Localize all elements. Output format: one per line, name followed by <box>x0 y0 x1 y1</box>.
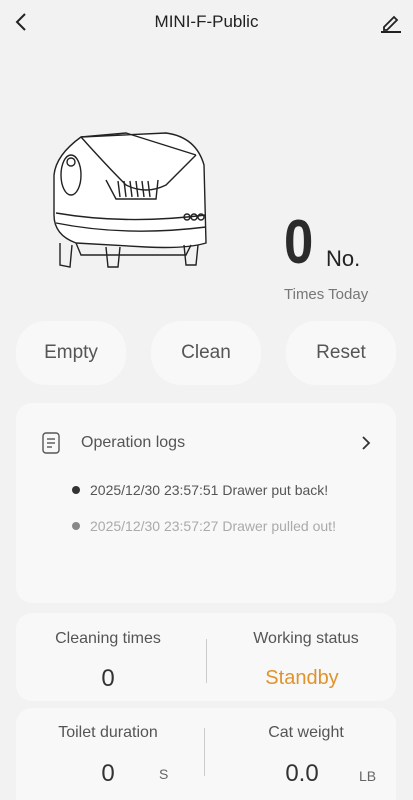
stats-card-bottom: Toilet duration 0 S Cat weight 0.0 LB <box>16 708 396 800</box>
toilet-duration-label: Toilet duration <box>58 724 158 741</box>
log-entry: 2025/12/30 23:57:51 Drawer put back! <box>72 482 328 498</box>
back-arrow-icon <box>15 13 26 31</box>
times-today-label: Times Today <box>284 286 369 303</box>
log-entry-text: 2025/12/30 23:57:27 Drawer pulled out! <box>90 518 336 534</box>
log-entry: 2025/12/30 23:57:27 Drawer pulled out! <box>72 518 336 534</box>
times-today-unit: No. <box>326 246 361 271</box>
operation-logs-link[interactable]: Operation logs <box>16 423 396 463</box>
page-title: MINI-F-Public <box>154 12 259 31</box>
clean-button[interactable]: Clean <box>151 321 261 385</box>
document-icon <box>42 432 60 454</box>
cat-weight-unit: LB <box>359 768 377 784</box>
cleaning-times-value: 0 <box>101 665 115 692</box>
stats-divider <box>206 639 207 683</box>
back-button[interactable] <box>10 10 34 34</box>
chevron-right-icon <box>362 436 371 450</box>
cleaning-times-label: Cleaning times <box>55 630 161 647</box>
app-header: MINI-F-Public <box>0 0 413 44</box>
log-bullet <box>72 522 80 531</box>
cat-weight-label: Cat weight <box>268 724 344 741</box>
toilet-duration-value: 0 <box>101 760 115 787</box>
edit-button[interactable] <box>379 10 403 34</box>
times-today-count: 0 <box>284 208 313 277</box>
toilet-duration-unit: S <box>159 766 169 782</box>
operation-logs-card: Operation logs <box>16 403 396 603</box>
operation-logs-title: Operation logs <box>81 434 186 451</box>
reset-button[interactable]: Reset <box>286 321 396 385</box>
edit-pencil-icon <box>381 15 401 33</box>
working-status-value: Standby <box>265 667 339 689</box>
empty-button[interactable]: Empty <box>16 321 126 385</box>
litter-box-illustration <box>53 132 207 268</box>
working-status-label: Working status <box>253 630 359 647</box>
log-bullet <box>72 486 80 495</box>
stats-card-top: Cleaning times 0 Working status Standby <box>16 613 396 701</box>
log-entry-text: 2025/12/30 23:57:51 Drawer put back! <box>90 482 329 498</box>
stats-divider <box>204 728 205 776</box>
times-today-panel: 0 No. Times Today <box>284 210 394 310</box>
